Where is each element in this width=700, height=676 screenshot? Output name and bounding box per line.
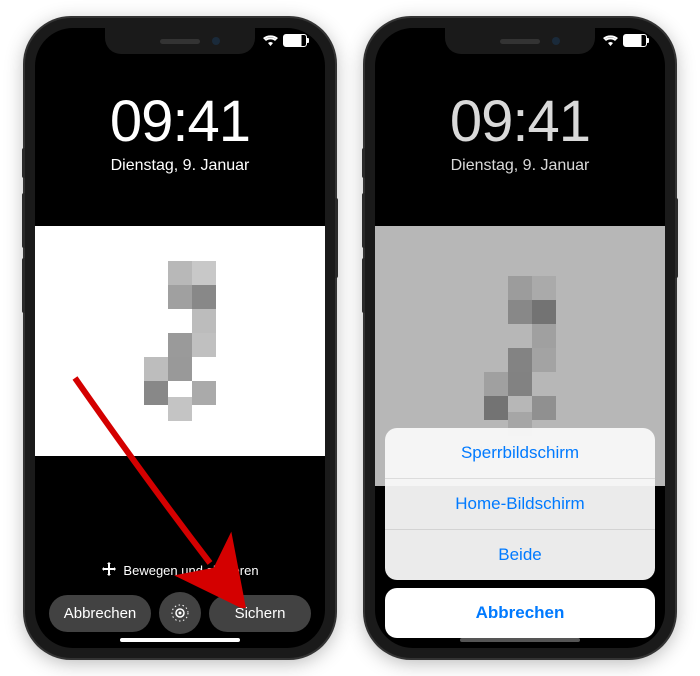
home-indicator[interactable]: [460, 638, 580, 642]
wifi-icon: [263, 35, 278, 46]
save-button[interactable]: Sichern: [209, 595, 311, 632]
home-indicator[interactable]: [120, 638, 240, 642]
set-lock-screen-button[interactable]: Sperrbildschirm: [385, 428, 655, 479]
set-home-screen-button[interactable]: Home-Bildschirm: [385, 479, 655, 530]
wifi-icon: [603, 35, 618, 46]
hint-text: Bewegen und skalieren: [123, 563, 258, 578]
move-icon: [101, 562, 117, 578]
status-bar: [603, 34, 647, 47]
status-bar: [263, 34, 307, 47]
stage: 09:41 Dienstag, 9. Januar Bewegen und sk…: [0, 0, 700, 676]
bottom-toolbar: Bewegen und skalieren Abbrechen Sichern: [35, 562, 325, 648]
phone-right: 09:41 Dienstag, 9. Januar Live Photo: Ei…: [365, 18, 675, 658]
screen-left: 09:41 Dienstag, 9. Januar Bewegen und sk…: [35, 28, 325, 648]
time-label: 09:41: [35, 88, 325, 155]
screen-right: 09:41 Dienstag, 9. Januar Live Photo: Ei…: [375, 28, 665, 648]
sheet-cancel-button[interactable]: Abbrechen: [385, 588, 655, 638]
pixelated-image: [120, 261, 240, 421]
action-sheet: Sperrbildschirm Home-Bildschirm Beide Ab…: [385, 428, 655, 638]
date-label: Dienstag, 9. Januar: [35, 157, 325, 175]
notch: [105, 28, 255, 54]
live-photo-toggle[interactable]: [159, 592, 201, 634]
action-sheet-options: Sperrbildschirm Home-Bildschirm Beide: [385, 428, 655, 580]
notch: [445, 28, 595, 54]
phone-left: 09:41 Dienstag, 9. Januar Bewegen und sk…: [25, 18, 335, 658]
move-scale-hint: Bewegen und skalieren: [49, 562, 311, 578]
live-photo-icon: [169, 602, 191, 624]
battery-icon: [283, 34, 307, 47]
set-both-button[interactable]: Beide: [385, 530, 655, 580]
cancel-button[interactable]: Abbrechen: [49, 595, 151, 632]
wallpaper-preview[interactable]: [35, 226, 325, 456]
battery-icon: [623, 34, 647, 47]
